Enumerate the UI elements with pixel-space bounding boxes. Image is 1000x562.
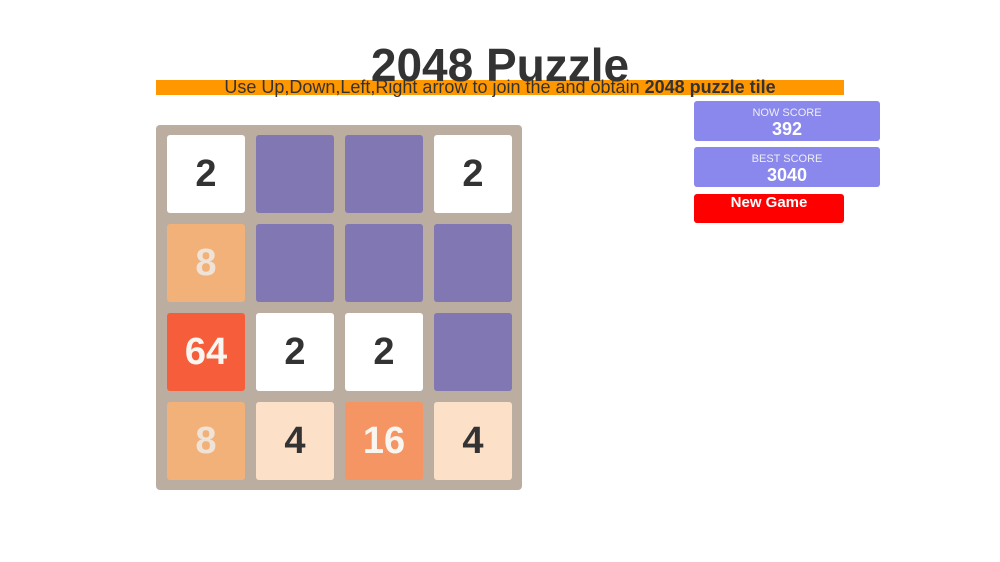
empty-cell [256, 224, 334, 302]
now-score-box: NOW SCORE 392 [694, 101, 880, 141]
best-score-label: BEST SCORE [751, 153, 823, 165]
tile-8: 8 [167, 402, 245, 480]
tile-4: 4 [434, 402, 512, 480]
tile-value: 4 [462, 419, 484, 462]
empty-cell [345, 135, 423, 213]
best-score-value: 3040 [766, 165, 808, 185]
tile-value: 4 [284, 419, 306, 462]
tile-16: 16 [345, 402, 423, 480]
tile-2: 2 [434, 135, 512, 213]
tile-8: 8 [167, 224, 245, 302]
empty-cell [434, 224, 512, 302]
instructions-prefix: Use Up,Down,Left,Right arrow to join the… [224, 77, 645, 97]
tile-value: 2 [373, 330, 395, 373]
now-score-label: NOW SCORE [752, 107, 822, 119]
tile-value: 16 [362, 419, 406, 462]
tile-4: 4 [256, 402, 334, 480]
tile-64: 64 [167, 313, 245, 391]
empty-cell [256, 135, 334, 213]
empty-cell [434, 313, 512, 391]
empty-cell [345, 224, 423, 302]
tile-2: 2 [256, 313, 334, 391]
tile-value: 8 [195, 419, 217, 462]
tile-value: 8 [195, 241, 217, 284]
tile-value: 64 [184, 330, 228, 373]
game-board: 2 2 8 64 2 2 8 4 16 4 [156, 125, 522, 490]
best-score-box: BEST SCORE 3040 [694, 147, 880, 187]
new-game-button[interactable]: New Game [694, 194, 844, 223]
tile-value: 2 [284, 330, 306, 373]
tile-2: 2 [167, 135, 245, 213]
tile-value: 2 [462, 152, 484, 195]
tile-2: 2 [345, 313, 423, 391]
now-score-value: 392 [771, 119, 803, 139]
tile-value: 2 [195, 152, 217, 195]
instructions-goal: 2048 puzzle tile [644, 77, 776, 97]
instructions-text: Use Up,Down,Left,Right arrow to join the… [156, 76, 844, 98]
